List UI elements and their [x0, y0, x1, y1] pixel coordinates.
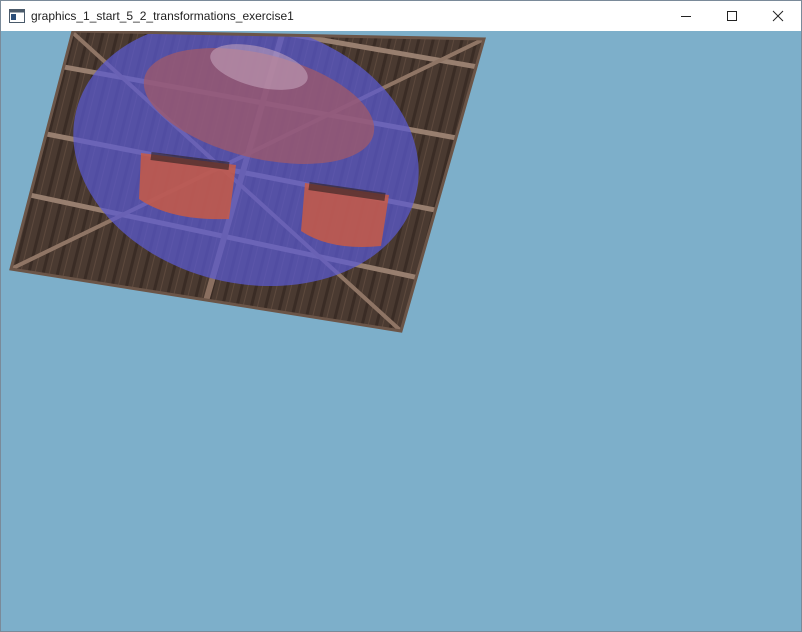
scene-canvas [9, 31, 486, 333]
window-controls [663, 1, 801, 31]
title-bar[interactable]: graphics_1_start_5_2_transformations_exe… [1, 1, 801, 31]
maximize-button[interactable] [709, 1, 755, 31]
close-icon [772, 10, 784, 22]
minimize-icon [681, 16, 691, 17]
render-viewport[interactable] [1, 31, 801, 631]
minimize-button[interactable] [663, 1, 709, 31]
app-window-icon [9, 9, 25, 23]
close-button[interactable] [755, 1, 801, 31]
application-window: graphics_1_start_5_2_transformations_exe… [0, 0, 802, 632]
maximize-icon [727, 11, 737, 21]
textured-quad [9, 31, 486, 333]
window-title: graphics_1_start_5_2_transformations_exe… [31, 9, 294, 23]
